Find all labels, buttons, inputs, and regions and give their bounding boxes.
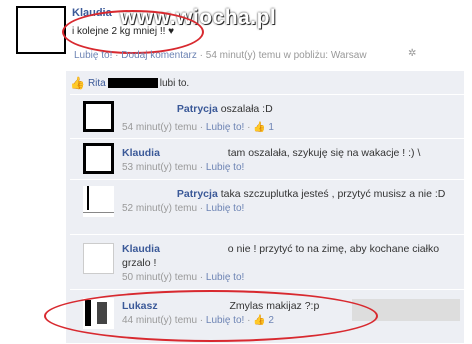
comment-item: Klaudia o nie ! przytyć to na zimę, aby … [70, 234, 464, 289]
comment-text: tam oszalała, szykuję się na wakacje ! :… [227, 147, 421, 159]
thumbs-up-icon: 👍 [253, 122, 266, 133]
comment-avatar[interactable] [83, 143, 114, 174]
comment-author[interactable]: Patrycja [177, 188, 218, 200]
comment-like-link[interactable]: Lubię to! [206, 122, 244, 133]
comment-item: Klaudia tam oszalała, szykuję się na wak… [70, 138, 464, 179]
likes-prefix[interactable]: Rita [88, 78, 106, 89]
post-avatar[interactable] [16, 6, 66, 54]
comment-like-link[interactable]: Lubię to! [206, 162, 244, 173]
comment-author[interactable]: Klaudia [122, 147, 160, 159]
comment-avatar[interactable] [83, 243, 114, 274]
post-actions: Lubię to! · Dodaj komentarz · 54 minut(y… [74, 50, 367, 61]
likes-row: 👍 Rita lubi to. [70, 73, 189, 93]
redacted-bar [107, 78, 158, 88]
comment-text: oszalała :D [220, 103, 273, 115]
thumbs-up-icon: 👍 [70, 76, 85, 90]
gear-icon[interactable]: ✲ [408, 48, 416, 59]
comment-item: Patrycja oszalała :D 54 minut(y) temu · … [70, 94, 464, 139]
comment-author[interactable]: Klaudia [122, 243, 160, 255]
post-time: 54 minut(y) temu w pobliżu: Warsaw [205, 50, 367, 61]
comment-like-link[interactable]: Lubię to! [206, 272, 244, 283]
status-highlight [62, 10, 204, 54]
redacted-bar [122, 102, 174, 112]
redacted-bar [122, 187, 174, 197]
redacted-bar [162, 146, 225, 156]
comment-like-count[interactable]: 1 [268, 122, 274, 133]
comment-like-link[interactable]: Lubię to! [206, 203, 244, 214]
post-like-link[interactable]: Lubię to! [74, 50, 112, 61]
post-comment-link[interactable]: Dodaj komentarz [121, 50, 197, 61]
comment-author[interactable]: Patrycja [177, 103, 218, 115]
comment-highlight [44, 290, 378, 342]
comment-text: taka szczuplutka jesteś , przytyć musisz… [220, 188, 446, 200]
likes-suffix: lubi to. [159, 77, 190, 89]
comment-item: Patrycja taka szczuplutka jesteś , przyt… [70, 179, 464, 234]
redacted-bar [162, 242, 225, 252]
comment-avatar[interactable] [83, 101, 114, 132]
comment-avatar[interactable] [83, 186, 114, 217]
